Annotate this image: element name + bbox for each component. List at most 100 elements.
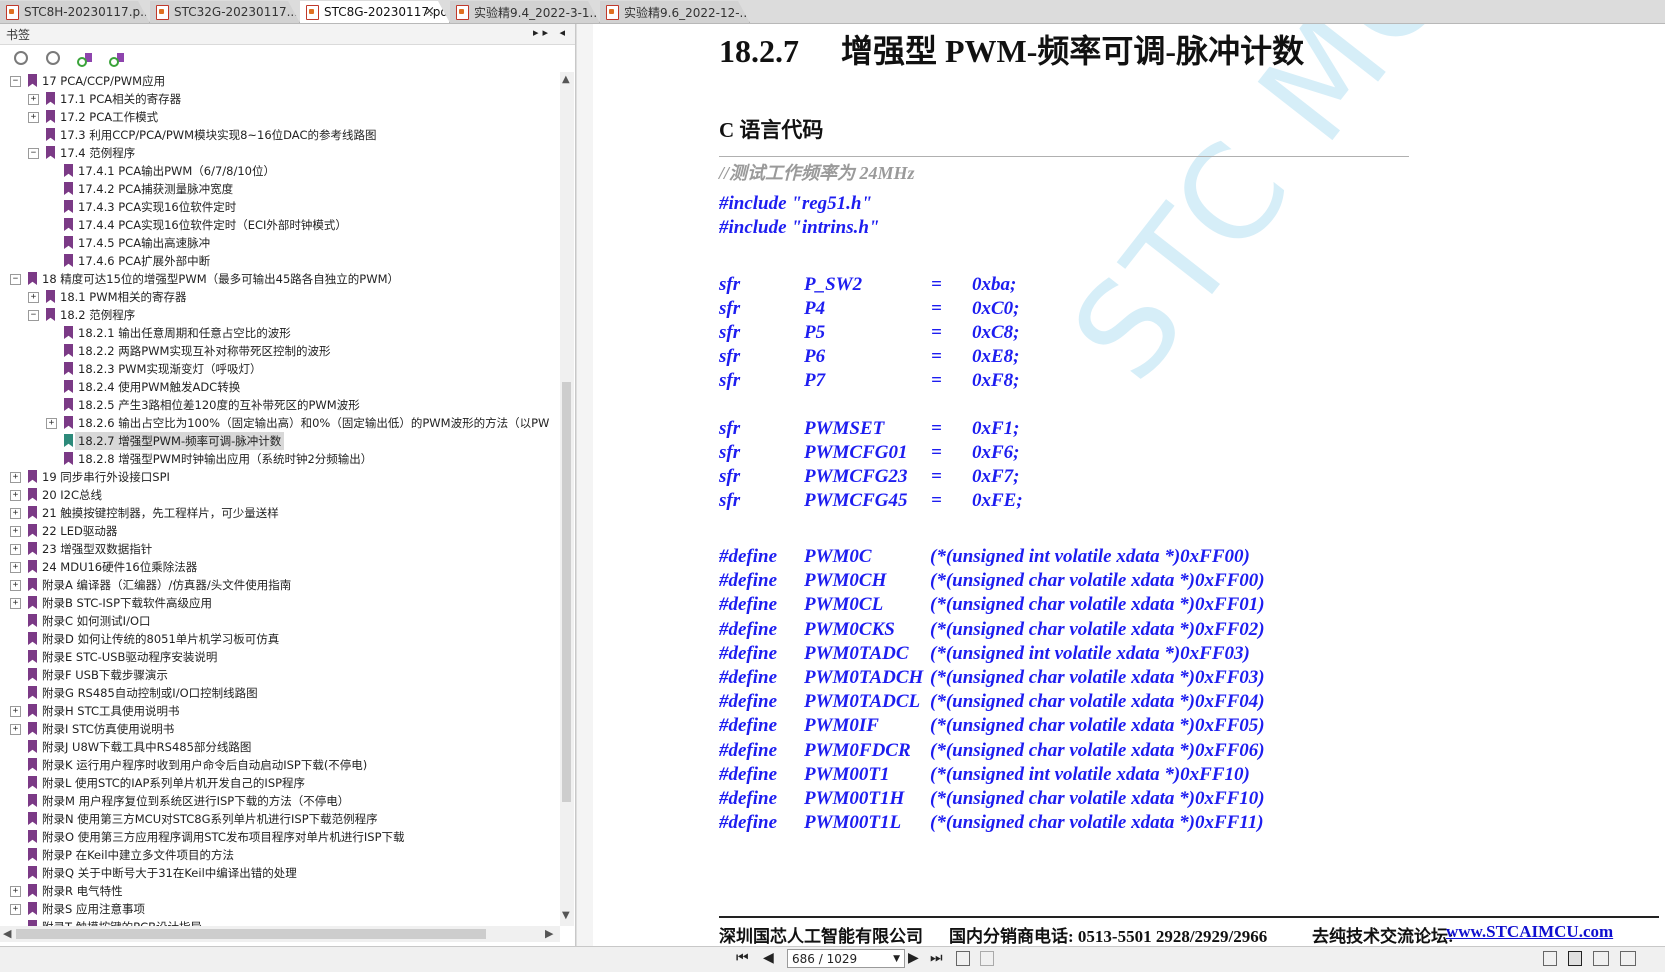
expand-icon[interactable]: +	[10, 886, 21, 897]
expand-all-icon[interactable]	[12, 49, 30, 67]
panel-controls[interactable]: ▸▸ ◂	[533, 26, 569, 39]
two-page-continuous-icon[interactable]	[1620, 951, 1636, 966]
bookmark-item[interactable]: 18.2.7 增强型PWM-频率可调-脉冲计数	[0, 432, 560, 450]
page-number-field[interactable]: 686 / 1029 ▼	[787, 949, 905, 968]
expand-icon[interactable]: +	[10, 904, 21, 915]
bookmark-item[interactable]: 附录J U8W下载工具中RS485部分线路图	[0, 738, 560, 756]
find-bookmark-icon[interactable]	[108, 49, 126, 67]
collapse-all-icon[interactable]	[44, 49, 62, 67]
expand-icon[interactable]: +	[10, 580, 21, 591]
bookmark-item[interactable]: + 附录S 应用注意事项	[0, 900, 560, 918]
bookmark-item[interactable]: − 17.4 范例程序	[0, 144, 560, 162]
bookmark-item[interactable]: 18.2.5 产生3路相位差120度的互补带死区的PWM波形	[0, 396, 560, 414]
expand-icon[interactable]: +	[10, 724, 21, 735]
bookmark-item[interactable]: +17.1 PCA相关的寄存器	[0, 90, 560, 108]
bookmark-item[interactable]: 18.2.1 输出任意周期和任意占空比的波形	[0, 324, 560, 342]
copy-page-icon[interactable]	[956, 951, 970, 966]
expand-icon[interactable]: +	[10, 562, 21, 573]
tab-5[interactable]: 实验精9.6_2022-12-...	[600, 1, 750, 23]
close-icon[interactable]: ×	[424, 4, 435, 19]
bookmark-item[interactable]: 17.4.3 PCA实现16位软件定时	[0, 198, 560, 216]
expand-icon[interactable]: +	[10, 526, 21, 537]
continuous-page-icon[interactable]	[1568, 951, 1582, 966]
bookmark-item[interactable]: − 18 精度可达15位的增强型PWM（最多可输出45路各自独立的PWM）	[0, 270, 560, 288]
hscroll-thumb[interactable]	[16, 929, 486, 939]
tab-2[interactable]: STC32G-20230117....	[150, 1, 300, 23]
bookmark-item[interactable]: 附录Q 关于中断号大于31在Keil中编译出错的处理	[0, 864, 560, 882]
bookmark-item[interactable]: 17.4.1 PCA输出PWM（6/7/8/10位）	[0, 162, 560, 180]
scroll-up-arrow-icon[interactable]: ▲	[562, 74, 570, 85]
expand-icon[interactable]: +	[28, 94, 39, 105]
bookmark-item[interactable]: 18.2.4 使用PWM触发ADC转换	[0, 378, 560, 396]
bookmark-item[interactable]: 附录M 用户程序复位到系统区进行ISP下载的方法（不停电）	[0, 792, 560, 810]
bookmark-item[interactable]: + 附录B STC-ISP下载软件高级应用	[0, 594, 560, 612]
bookmark-item[interactable]: 18.2.2 两路PWM实现互补对称带死区控制的波形	[0, 342, 560, 360]
paste-page-icon[interactable]	[980, 951, 994, 966]
bookmark-item[interactable]: 附录C 如何测试I/O口	[0, 612, 560, 630]
bookmark-item[interactable]: 18.2.8 增强型PWM时钟输出应用（系统时钟2分频输出）	[0, 450, 560, 468]
bookmark-item[interactable]: 17.4.5 PCA输出高速脉冲	[0, 234, 560, 252]
bookmark-item[interactable]: +18.1 PWM相关的寄存器	[0, 288, 560, 306]
bookmark-item[interactable]: +20 I2C总线	[0, 486, 560, 504]
expand-icon[interactable]: +	[10, 490, 21, 501]
first-page-button[interactable]: ⏮	[736, 950, 749, 966]
expand-icon[interactable]: +	[28, 112, 39, 123]
scroll-left-arrow-icon[interactable]: ◀	[3, 927, 11, 940]
bookmark-item[interactable]: 附录P 在Keil中建立多文件项目的方法	[0, 846, 560, 864]
bookmark-item[interactable]: +17.2 PCA工作模式	[0, 108, 560, 126]
pane-splitter[interactable]	[576, 24, 594, 946]
bookmark-item[interactable]: 附录N 使用第三方MCU对STC8G系列单片机进行ISP下载范例程序	[0, 810, 560, 828]
tab-4[interactable]: 实验精9.4_2022-3-1...	[450, 1, 600, 23]
bookmark-item[interactable]: + 附录H STC工具使用说明书	[0, 702, 560, 720]
expand-icon[interactable]: +	[10, 706, 21, 717]
expand-icon[interactable]: +	[28, 292, 39, 303]
bookmark-item[interactable]: + 附录R 电气特性	[0, 882, 560, 900]
collapse-icon[interactable]: −	[10, 76, 21, 87]
bookmark-item[interactable]: 附录T 触摸按键的PCB设计指导	[0, 918, 560, 926]
scroll-right-arrow-icon[interactable]: ▶	[545, 927, 553, 940]
previous-page-button[interactable]: ◀	[763, 950, 774, 966]
bookmark-item[interactable]: +23 增强型双数据指针	[0, 540, 560, 558]
bookmark-item[interactable]: +19 同步串行外设接口SPI	[0, 468, 560, 486]
bookmark-item[interactable]: 附录G RS485自动控制或I/O口控制线路图	[0, 684, 560, 702]
scroll-down-arrow-icon[interactable]: ▼	[562, 910, 570, 921]
bookmark-item[interactable]: + 附录A 编译器（汇编器）/仿真器/头文件使用指南	[0, 576, 560, 594]
bookmark-item[interactable]: 17.3 利用CCP/PCA/PWM模块实现8~16位DAC的参考线路图	[0, 126, 560, 144]
bookmark-item[interactable]: 17.4.4 PCA实现16位软件定时（ECI外部时钟模式）	[0, 216, 560, 234]
bookmark-item[interactable]: + 附录I STC仿真使用说明书	[0, 720, 560, 738]
bookmark-item[interactable]: 附录F USB下载步骤演示	[0, 666, 560, 684]
bookmark-item[interactable]: 附录D 如何让传统的8051单片机学习板可仿真	[0, 630, 560, 648]
bookmark-item[interactable]: +21 触摸按键控制器，先工程样片，可少量送样	[0, 504, 560, 522]
expand-icon[interactable]: +	[10, 472, 21, 483]
expand-icon[interactable]: +	[10, 598, 21, 609]
bookmark-item[interactable]: 附录O 使用第三方应用程序调用STC发布项目程序对单片机进行ISP下载	[0, 828, 560, 846]
tab-1[interactable]: STC8H-20230117.p...	[0, 1, 150, 23]
expand-icon[interactable]: +	[46, 418, 57, 429]
bookmark-item[interactable]: +24 MDU16硬件16位乘除法器	[0, 558, 560, 576]
scrollbar-thumb[interactable]	[562, 382, 571, 802]
tab-3[interactable]: STC8G-20230117.pdf... ×	[300, 1, 450, 23]
last-page-button[interactable]: ⏭	[930, 950, 943, 966]
bookmark-item[interactable]: 附录K 运行用户程序时收到用户命令后自动启动ISP下载(不停电)	[0, 756, 560, 774]
bookmark-horizontal-scrollbar[interactable]: ◀ ▶	[0, 926, 560, 942]
expand-icon[interactable]: +	[10, 508, 21, 519]
bookmark-vertical-scrollbar[interactable]: ▲ ▼	[560, 72, 574, 926]
two-page-icon[interactable]	[1593, 951, 1609, 966]
collapse-icon[interactable]: −	[28, 310, 39, 321]
add-bookmark-icon[interactable]	[76, 49, 94, 67]
bookmark-item[interactable]: − 17 PCA/CCP/PWM应用	[0, 72, 560, 90]
bookmark-item[interactable]: 17.4.6 PCA扩展外部中断	[0, 252, 560, 270]
bookmark-item[interactable]: 附录E STC-USB驱动程序安装说明	[0, 648, 560, 666]
collapse-icon[interactable]: −	[28, 148, 39, 159]
footer-forum-link[interactable]: www.STCAIMCU.com	[1446, 922, 1613, 942]
bookmark-item[interactable]: 附录L 使用STC的IAP系列单片机开发自己的ISP程序	[0, 774, 560, 792]
bookmark-item[interactable]: 18.2.3 PWM实现渐变灯（呼吸灯）	[0, 360, 560, 378]
chevron-down-icon[interactable]: ▼	[893, 950, 900, 969]
next-page-button[interactable]: ▶	[908, 950, 919, 966]
bookmark-item[interactable]: +22 LED驱动器	[0, 522, 560, 540]
collapse-icon[interactable]: −	[10, 274, 21, 285]
bookmark-item[interactable]: 17.4.2 PCA捕获测量脉冲宽度	[0, 180, 560, 198]
bookmark-item[interactable]: − 18.2 范例程序	[0, 306, 560, 324]
expand-icon[interactable]: +	[10, 544, 21, 555]
bookmark-item[interactable]: +18.2.6 输出占空比为100%（固定输出高）和0%（固定输出低）的PWM波…	[0, 414, 560, 432]
